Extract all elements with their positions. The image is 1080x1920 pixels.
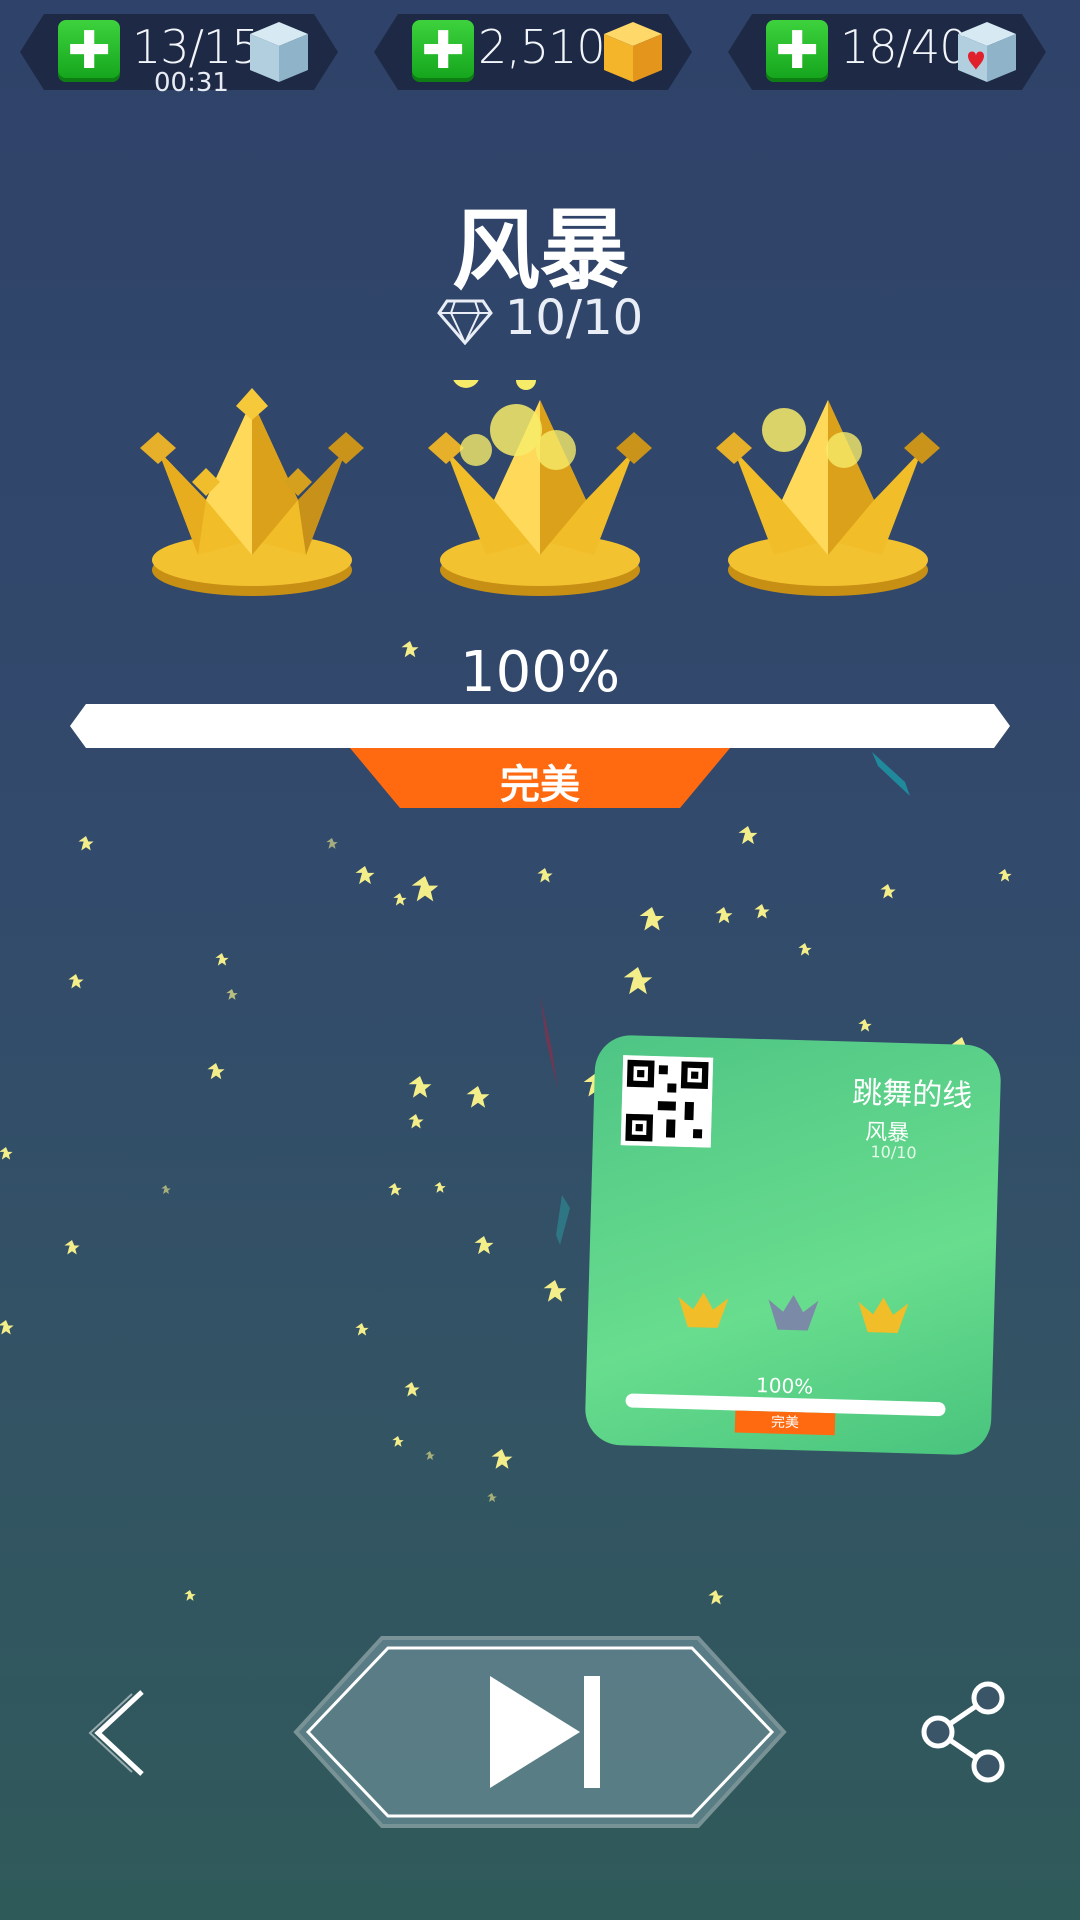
coins-counter: ✚ 2,510 bbox=[374, 14, 692, 90]
ice-cube-icon bbox=[250, 22, 308, 82]
heart-cube-icon bbox=[958, 22, 1016, 82]
add-energy-button[interactable]: ✚ bbox=[58, 20, 120, 82]
level-title: 风暴 bbox=[451, 199, 628, 302]
add-coins-button[interactable]: ✚ bbox=[412, 20, 474, 82]
diamond-icon bbox=[436, 299, 493, 345]
gold-cube-icon bbox=[604, 22, 662, 82]
energy-timer: 00:31 bbox=[154, 68, 229, 98]
card-crowns bbox=[678, 1292, 909, 1333]
add-hearts-button[interactable]: ✚ bbox=[766, 20, 828, 82]
coins-value: 2,510 bbox=[478, 20, 606, 74]
share-icon[interactable] bbox=[918, 1680, 1010, 1784]
crown-icon bbox=[140, 388, 364, 596]
qr-code-icon bbox=[620, 1055, 714, 1148]
crown-icon bbox=[716, 400, 940, 596]
card-rating: 完美 bbox=[734, 1410, 836, 1436]
plus-icon: ✚ bbox=[775, 21, 819, 81]
card-app-name: 跳舞的线 bbox=[851, 1075, 973, 1114]
crown-icon bbox=[428, 380, 652, 596]
next-level-button[interactable] bbox=[290, 1632, 790, 1832]
gem-count: 10/10 bbox=[0, 290, 1080, 346]
energy-value: 13/15 bbox=[132, 20, 261, 74]
rating-badge: 完美 bbox=[350, 748, 730, 808]
progress-percent: 100% bbox=[459, 640, 621, 705]
plus-icon: ✚ bbox=[421, 21, 465, 81]
chevron-left-icon[interactable] bbox=[80, 1688, 160, 1778]
hearts-value: 18/40 bbox=[840, 20, 969, 74]
share-card[interactable]: 跳舞的线 风暴 10/10 100% 完美 bbox=[584, 1034, 1002, 1456]
gem-count-value: 10/10 bbox=[504, 290, 644, 346]
plus-icon: ✚ bbox=[67, 21, 111, 81]
energy-counter: ✚ 13/15 00:31 bbox=[20, 14, 338, 98]
card-progress: 100% bbox=[755, 1373, 814, 1399]
hearts-counter: ✚ 18/40 bbox=[728, 14, 1046, 90]
rating-label: 完美 bbox=[500, 762, 580, 808]
card-gems: 10/10 bbox=[870, 1142, 917, 1163]
progress-bar bbox=[70, 704, 1010, 748]
